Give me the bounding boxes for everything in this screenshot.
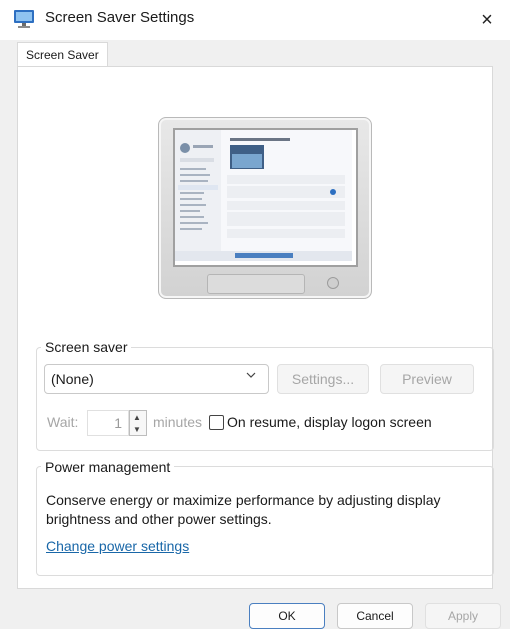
dropdown-value: (None) <box>51 371 94 387</box>
close-icon: × <box>481 8 493 31</box>
settings-button[interactable]: Settings... <box>277 364 369 394</box>
wait-minutes-input[interactable]: 1 <box>87 410 129 436</box>
close-button[interactable]: × <box>464 0 510 40</box>
spin-down-icon: ▼ <box>133 425 141 434</box>
cancel-button[interactable]: Cancel <box>337 603 413 629</box>
monitor-preview <box>158 117 372 299</box>
minutes-label: minutes <box>153 414 203 430</box>
preview-screen-image <box>175 130 352 261</box>
apply-button[interactable]: Apply <box>425 603 501 629</box>
logon-screen-label[interactable]: On resume, display logon screen <box>227 414 432 430</box>
spin-up-icon: ▲ <box>133 413 141 422</box>
screen-saver-legend: Screen saver <box>41 339 132 355</box>
chevron-down-icon <box>246 370 256 383</box>
tab-screen-saver[interactable]: Screen Saver <box>17 42 108 67</box>
power-button-icon <box>327 277 339 289</box>
title-bar: Screen Saver Settings × <box>0 0 510 40</box>
power-management-legend: Power management <box>41 459 175 475</box>
preview-screen <box>173 128 358 267</box>
wait-spinner[interactable]: ▲ ▼ <box>129 410 147 436</box>
screen-saver-dropdown[interactable]: (None) <box>44 364 269 394</box>
wait-label: Wait: <box>47 414 79 430</box>
logon-screen-checkbox[interactable] <box>209 415 224 430</box>
change-power-settings-link[interactable]: Change power settings <box>46 538 189 554</box>
window-title: Screen Saver Settings <box>45 9 195 26</box>
monitor-stand-slot <box>207 274 305 294</box>
power-description: Conserve energy or maximize performance … <box>46 492 441 527</box>
preview-button[interactable]: Preview <box>380 364 474 394</box>
screen-saver-app-icon <box>14 10 34 28</box>
ok-button[interactable]: OK <box>249 603 325 629</box>
